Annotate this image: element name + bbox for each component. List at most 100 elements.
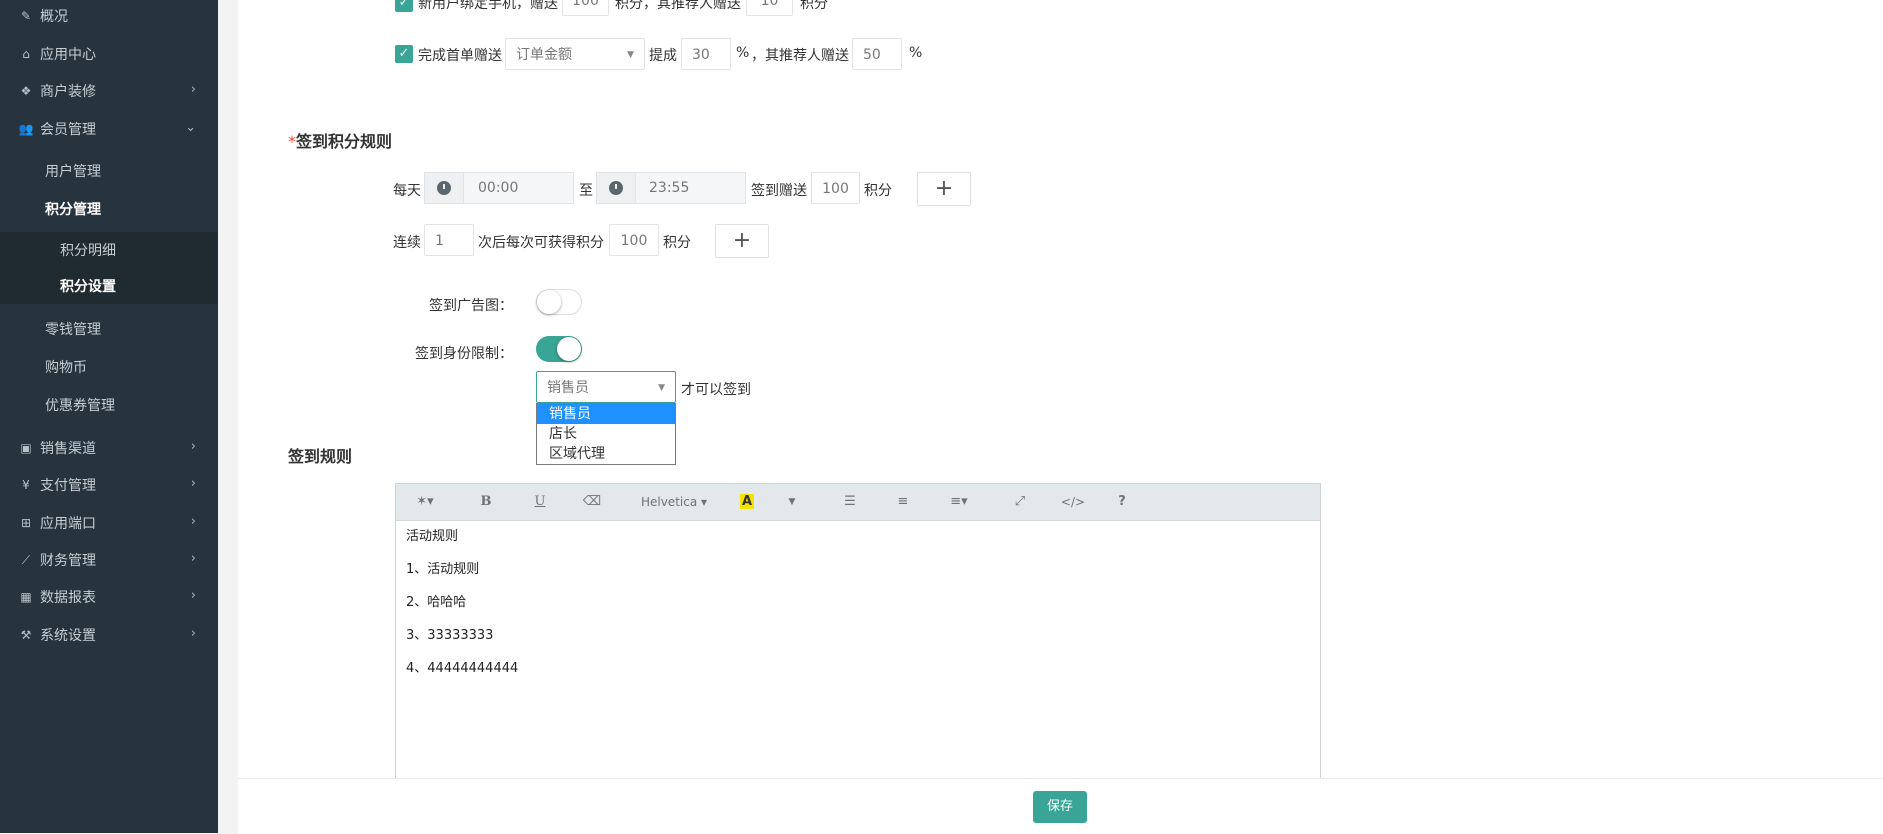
streak-label: 连续 [393, 235, 421, 251]
signin-ad-toggle[interactable] [536, 289, 582, 315]
sidebar-item-member-mgmt[interactable]: 👥 会员管理 ⌄ [0, 111, 218, 147]
color-caret-icon[interactable]: ▼ [784, 484, 800, 520]
cubes-icon: ❖ [20, 84, 32, 98]
bold-button[interactable]: B [476, 484, 496, 520]
identity-option[interactable]: 销售员 [537, 404, 675, 424]
footer-bar: 保存 [238, 778, 1883, 834]
sidebar-item-app-port[interactable]: ⊞ 应用端口 › [0, 505, 218, 541]
chevron-right-icon: › [190, 476, 196, 491]
align-icon[interactable]: ≡▾ [944, 484, 974, 520]
chevron-right-icon: › [190, 626, 196, 641]
section-title-text: 签到积分规则 [296, 132, 393, 151]
sitemap-icon: ⊞ [20, 516, 32, 530]
referrer-gift-label: ，其推荐人赠送 [751, 48, 849, 64]
signin-identity-toggle[interactable] [536, 336, 582, 362]
bind-phone-label: 新用户绑定手机，赠送 [418, 0, 558, 12]
chevron-right-icon: › [190, 551, 196, 566]
signin-identity-label: 签到身份限制： [415, 346, 513, 362]
home-icon: ⌂ [22, 47, 30, 61]
streak-days-input[interactable]: 1 [424, 224, 474, 256]
identity-suffix-label: 才可以签到 [681, 382, 751, 398]
commission-input[interactable]: 30 [681, 38, 731, 70]
bind-phone-checkbox[interactable]: ✓ [395, 0, 413, 12]
required-mark: * [288, 132, 296, 151]
sidebar-item-data-report[interactable]: ▦ 数据报表 › [0, 579, 218, 615]
identity-option[interactable]: 区域代理 [537, 444, 675, 464]
users-icon: 👥 [18, 122, 34, 136]
clock-icon [425, 173, 464, 203]
editor-paragraph: 3、33333333 [406, 628, 494, 643]
check-icon: ✓ [398, 46, 410, 61]
sidebar-item-finance-mgmt[interactable]: ⟋ 财务管理 › [0, 542, 218, 578]
streak-desc-label: 次后每次可获得积分 [478, 235, 604, 251]
line-chart-icon: ⟋ [21, 552, 31, 567]
table-icon: ▦ [20, 590, 32, 604]
clock-icon [597, 173, 636, 203]
signin-rules-title: 签到规则 [288, 447, 353, 466]
chevron-down-icon: ⌄ [185, 120, 196, 135]
streak-points-input[interactable]: 100 [609, 224, 659, 256]
signin-ad-label: 签到广告图： [429, 298, 513, 314]
signin-points-rule-title: *签到积分规则 [288, 128, 392, 152]
sidebar: ✎ 概况 ⌂ 应用中心 ❖ 商户装修 › 👥 会员管理 ⌄ 用户管理 › 积分管… [0, 0, 278, 833]
unordered-list-icon[interactable]: ☰ [840, 484, 860, 520]
chevron-right-icon: › [190, 82, 196, 97]
font-name-dropdown[interactable]: Helvetica ▾ [634, 484, 714, 520]
sidebar-item-overview[interactable]: ✎ 概况 [0, 0, 218, 34]
percent-label: % [909, 45, 923, 61]
end-time-value: 23:55 [649, 180, 690, 196]
code-view-button[interactable]: </> [1059, 484, 1087, 520]
identity-select[interactable]: 销售员 ▼ [536, 371, 676, 403]
points-unit-label: 积分 [800, 0, 828, 12]
help-button[interactable]: ? [1112, 484, 1132, 520]
first-order-checkbox[interactable]: ✓ [395, 45, 413, 63]
yen-icon: ¥ [22, 478, 30, 492]
add-streak-rule-button[interactable]: + [715, 224, 769, 258]
font-name-value: Helvetica [640, 495, 698, 509]
add-time-rule-button[interactable]: + [917, 172, 971, 206]
rich-text-editor: ✶▾ B U ⌫ Helvetica ▾ A ▼ ☰ ≡ ≡▾ ⤢ </> ? … [395, 483, 1321, 783]
underline-button[interactable]: U [530, 484, 550, 520]
caret-down-icon: ▼ [627, 50, 634, 60]
percent-label: % [736, 45, 750, 61]
daily-label: 每天 [393, 183, 421, 199]
money-icon: ▣ [20, 441, 32, 455]
editor-toolbar: ✶▾ B U ⌫ Helvetica ▾ A ▼ ☰ ≡ ≡▾ ⤢ </> ? [396, 484, 1320, 521]
chevron-right-icon: › [190, 514, 196, 529]
to-label: 至 [579, 183, 593, 199]
sidebar-item-sales-channel[interactable]: ▣ 销售渠道 › [0, 430, 218, 466]
font-color-button[interactable]: A [736, 484, 758, 520]
start-time-picker[interactable]: 00:00 [424, 172, 574, 204]
content-gutter [218, 0, 238, 833]
sidebar-item-payment-mgmt[interactable]: ¥ 支付管理 › [0, 467, 218, 503]
main-content: ✓ 新用户绑定手机，赠送 100 积分，其推荐人赠送 10 积分 ✓ 完成首单赠… [238, 0, 1883, 783]
check-icon: ✓ [398, 0, 410, 10]
color-letter: A [739, 494, 755, 509]
caret-down-icon: ▼ [658, 383, 665, 393]
end-time-picker[interactable]: 23:55 [596, 172, 746, 204]
sidebar-item-merchant-decor[interactable]: ❖ 商户装修 › [0, 73, 218, 109]
edit-icon: ✎ [20, 9, 32, 23]
editor-paragraph: 1、活动规则 [406, 562, 480, 577]
magic-style-icon[interactable]: ✶▾ [410, 484, 440, 520]
chevron-right-icon: › [190, 588, 196, 603]
bind-phone-points-input[interactable]: 100 [562, 0, 609, 16]
fullscreen-icon[interactable]: ⤢ [1010, 484, 1030, 520]
identity-option[interactable]: 店长 [537, 424, 675, 444]
identity-select-value: 销售员 [547, 380, 589, 396]
ordered-list-icon[interactable]: ≡ [893, 484, 913, 520]
gavel-icon: ⚒ [20, 628, 32, 642]
save-button[interactable]: 保存 [1033, 791, 1087, 823]
signin-gift-points-input[interactable]: 100 [811, 172, 860, 204]
sidebar-item-app-center[interactable]: ⌂ 应用中心 [0, 36, 218, 72]
editor-paragraph: 2、哈哈哈 [406, 595, 467, 610]
eraser-icon[interactable]: ⌫ [582, 484, 602, 520]
first-order-type-select[interactable]: 订单金额 ▼ [505, 38, 645, 70]
sidebar-item-system-settings[interactable]: ⚒ 系统设置 › [0, 617, 218, 653]
editor-paragraph: 活动规则 [406, 529, 459, 544]
bind-phone-referrer-input[interactable]: 10 [746, 0, 793, 16]
editor-content[interactable]: 活动规则 1、活动规则 2、哈哈哈 3、33333333 4、444444444… [396, 521, 1320, 702]
bind-phone-referrer-label: 积分，其推荐人赠送 [615, 0, 741, 12]
referrer-percent-input[interactable]: 50 [852, 38, 902, 70]
points-unit-label: 积分 [864, 183, 892, 199]
